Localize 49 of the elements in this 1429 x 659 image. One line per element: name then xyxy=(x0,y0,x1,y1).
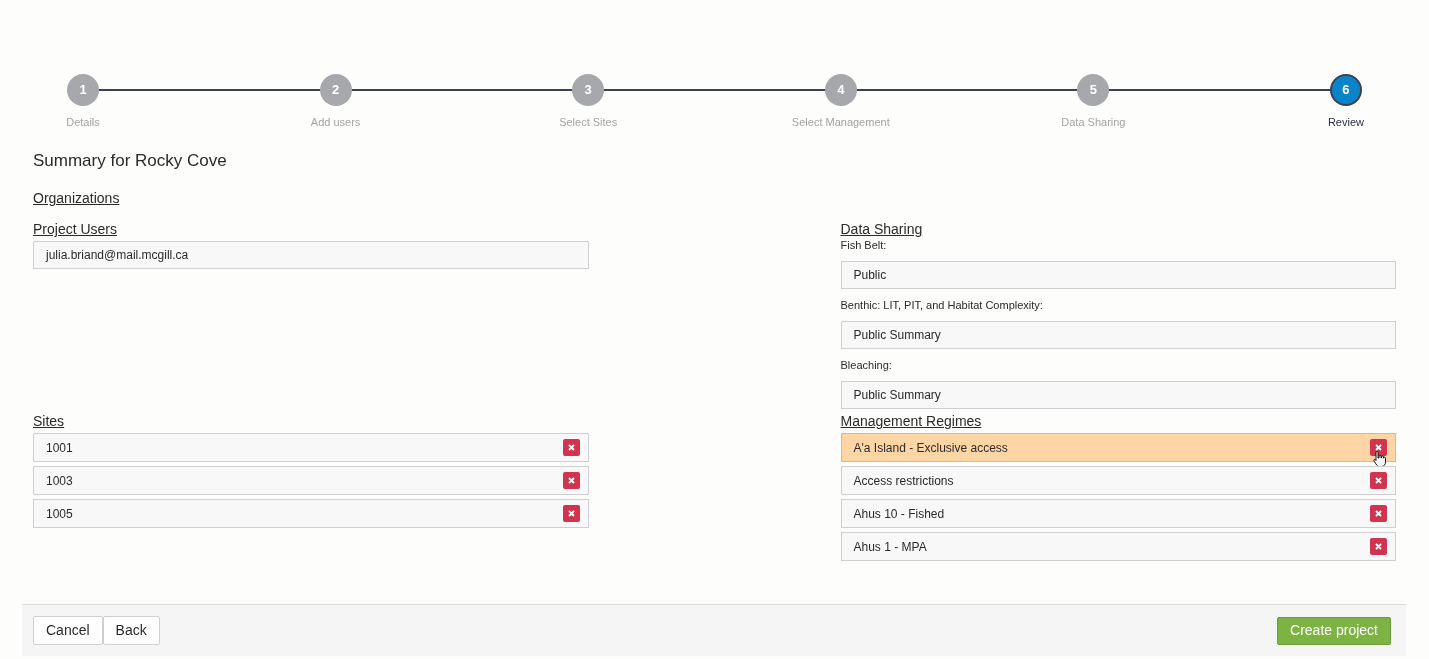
sharing-field: Public Summary xyxy=(840,381,1396,409)
close-icon xyxy=(1375,510,1382,517)
section-heading: Management Regimes xyxy=(840,412,983,430)
field-label: Bleaching: xyxy=(840,358,893,372)
remove-button[interactable] xyxy=(562,505,580,522)
remove-button[interactable] xyxy=(1370,439,1387,456)
remove-button[interactable] xyxy=(1370,538,1387,555)
section-heading: Data Sharing xyxy=(840,220,924,238)
list-item[interactable]: Ahus 10 - Fished xyxy=(840,499,1396,528)
field-label: Benthic: LIT, PIT, and Habitat Complexity: xyxy=(840,298,1044,312)
sharing-field: Public Summary xyxy=(840,321,1396,349)
item-name: 1003 xyxy=(46,472,73,490)
item-name: 1001 xyxy=(46,439,73,457)
list-item[interactable]: 1001 xyxy=(33,433,589,462)
close-icon xyxy=(1375,444,1382,451)
hand-cursor-icon xyxy=(1373,451,1386,467)
section-heading: Project Users xyxy=(33,220,119,238)
step-label: Review xyxy=(1327,115,1364,130)
close-icon xyxy=(1375,477,1382,484)
close-icon xyxy=(1375,543,1382,550)
item-name: A'a Island - Exclusive access xyxy=(853,439,1008,457)
sharing-field: Public xyxy=(840,261,1396,289)
step-label: Data Sharing xyxy=(1061,115,1126,130)
field-label: Fish Belt: xyxy=(840,238,888,252)
footer-button[interactable]: Cancel xyxy=(33,616,103,645)
user-field: julia.briand@mail.mcgill.ca xyxy=(33,241,589,269)
step-label: Select Management xyxy=(791,115,890,130)
summary-title: Summary for Rocky Cove xyxy=(33,150,228,172)
step-label: Select Sites xyxy=(559,115,618,130)
close-icon xyxy=(567,510,575,517)
remove-button[interactable] xyxy=(1370,505,1387,522)
step-label: Details xyxy=(66,115,100,130)
list-item[interactable]: Access restrictions xyxy=(840,466,1396,495)
list-item[interactable]: Ahus 1 - MPA xyxy=(840,532,1396,561)
list-item[interactable]: 1003 xyxy=(33,466,589,495)
remove-button[interactable] xyxy=(562,472,580,489)
section-heading: Sites xyxy=(33,412,66,430)
item-name: Ahus 10 - Fished xyxy=(853,505,945,523)
step-label: Add users xyxy=(310,115,361,130)
section-heading: Organizations xyxy=(33,189,121,206)
remove-button[interactable] xyxy=(1370,472,1387,489)
item-name: Access restrictions xyxy=(853,472,954,490)
close-icon xyxy=(567,477,575,484)
close-icon xyxy=(567,444,575,451)
footer-button[interactable]: Back xyxy=(102,616,160,645)
item-name: Ahus 1 - MPA xyxy=(853,538,927,556)
list-item[interactable]: 1005 xyxy=(33,499,589,528)
item-name: 1005 xyxy=(46,505,73,523)
remove-button[interactable] xyxy=(562,439,580,456)
